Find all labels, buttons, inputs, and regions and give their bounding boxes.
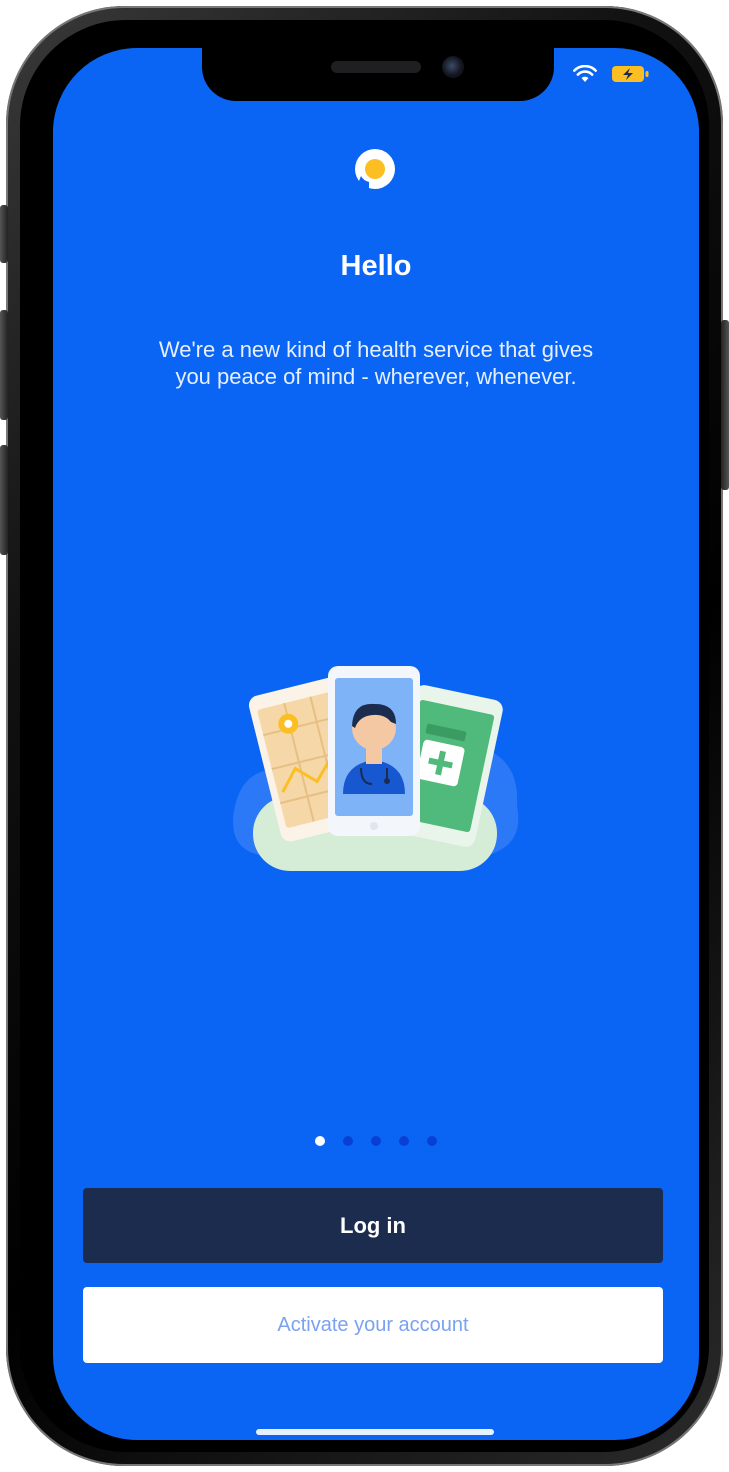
volume-up-button — [0, 310, 8, 420]
page-dot[interactable] — [399, 1136, 409, 1146]
status-bar-right — [573, 64, 651, 84]
app-logo-icon — [351, 146, 399, 194]
activate-account-button[interactable]: Activate your account — [83, 1287, 663, 1363]
page-dot[interactable] — [343, 1136, 353, 1146]
battery-charging-icon — [611, 64, 651, 84]
page-indicator — [53, 1136, 699, 1146]
welcome-title: Hello — [340, 250, 412, 282]
page-dot[interactable] — [371, 1136, 381, 1146]
page-dot[interactable] — [427, 1136, 437, 1146]
page-dot[interactable] — [315, 1136, 325, 1146]
wifi-icon — [573, 65, 597, 83]
app-screen: Hello We're a new kind of health service… — [53, 48, 699, 1440]
login-button[interactable]: Log in — [83, 1188, 663, 1263]
volume-down-button — [0, 445, 8, 555]
speaker-grille — [331, 61, 421, 73]
home-indicator[interactable] — [256, 1429, 494, 1435]
front-camera — [442, 56, 464, 78]
welcome-subtitle: We're a new kind of health service that … — [158, 337, 594, 389]
notch — [202, 48, 554, 101]
mute-switch — [0, 205, 8, 263]
power-button — [721, 320, 729, 490]
health-cards-illustration — [225, 666, 525, 876]
